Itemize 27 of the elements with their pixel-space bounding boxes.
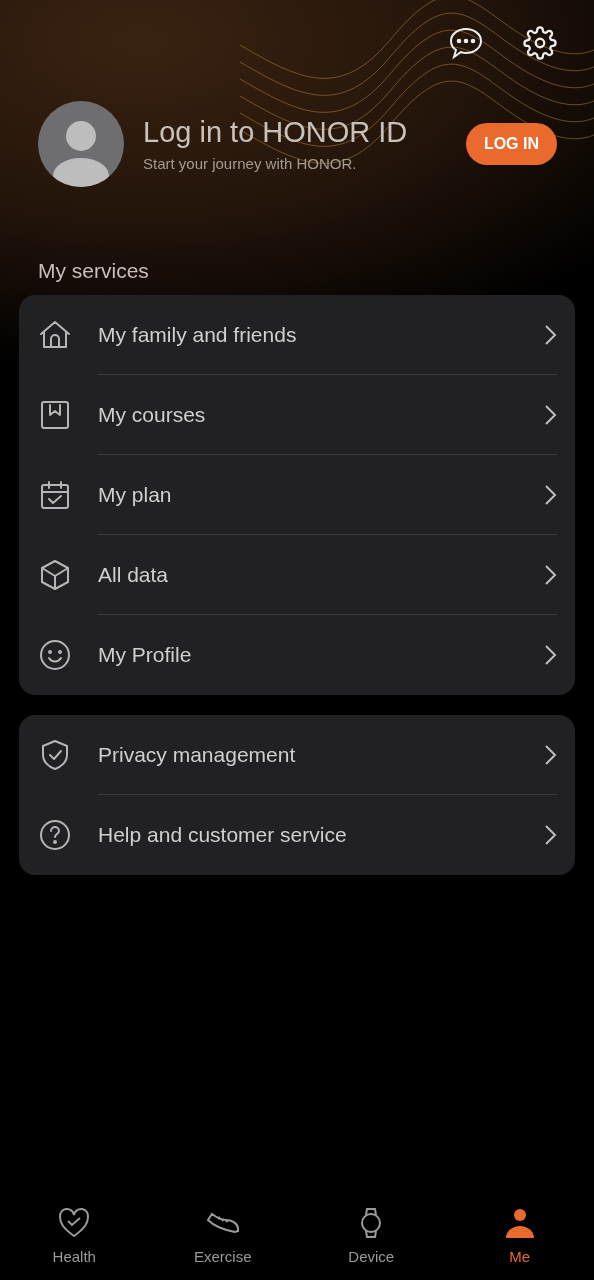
chevron-right-icon: [543, 824, 557, 846]
section-heading: My services: [37, 258, 150, 284]
chevron-right-icon: [543, 323, 557, 346]
nav-tab[interactable]: Health: [0, 1180, 149, 1280]
menu-item[interactable]: My courses: [98, 402, 543, 427]
chevron-right-icon: [543, 743, 557, 766]
help-icon: [37, 817, 73, 853]
messages-button[interactable]: [448, 25, 484, 61]
menu-item[interactable]: All data: [98, 562, 543, 587]
chevron-right-icon: [543, 563, 557, 586]
login-title: Log in to HONOR ID: [143, 116, 409, 149]
settings-icon: [523, 26, 557, 60]
smile-icon: [37, 637, 73, 673]
nav-tab[interactable]: Device: [297, 1180, 446, 1280]
menu-item[interactable]: My Profile: [98, 643, 543, 667]
settings-button[interactable]: [522, 25, 558, 61]
chevron-right-icon: [543, 403, 557, 426]
menu-item[interactable]: My family and friends: [98, 322, 543, 347]
menu-item[interactable]: My plan: [98, 482, 543, 507]
menu-item[interactable]: Privacy management: [98, 742, 543, 767]
login-subtitle: Start your journey with HONOR.: [143, 155, 358, 172]
menu-item[interactable]: Help and customer service: [98, 823, 543, 847]
chevron-right-icon: [543, 483, 557, 506]
chevron-right-icon: [543, 644, 557, 666]
nav-tab[interactable]: Me: [445, 1180, 594, 1280]
chat-bubble-icon: [448, 25, 484, 61]
nav-tab[interactable]: Exercise: [148, 1180, 297, 1280]
